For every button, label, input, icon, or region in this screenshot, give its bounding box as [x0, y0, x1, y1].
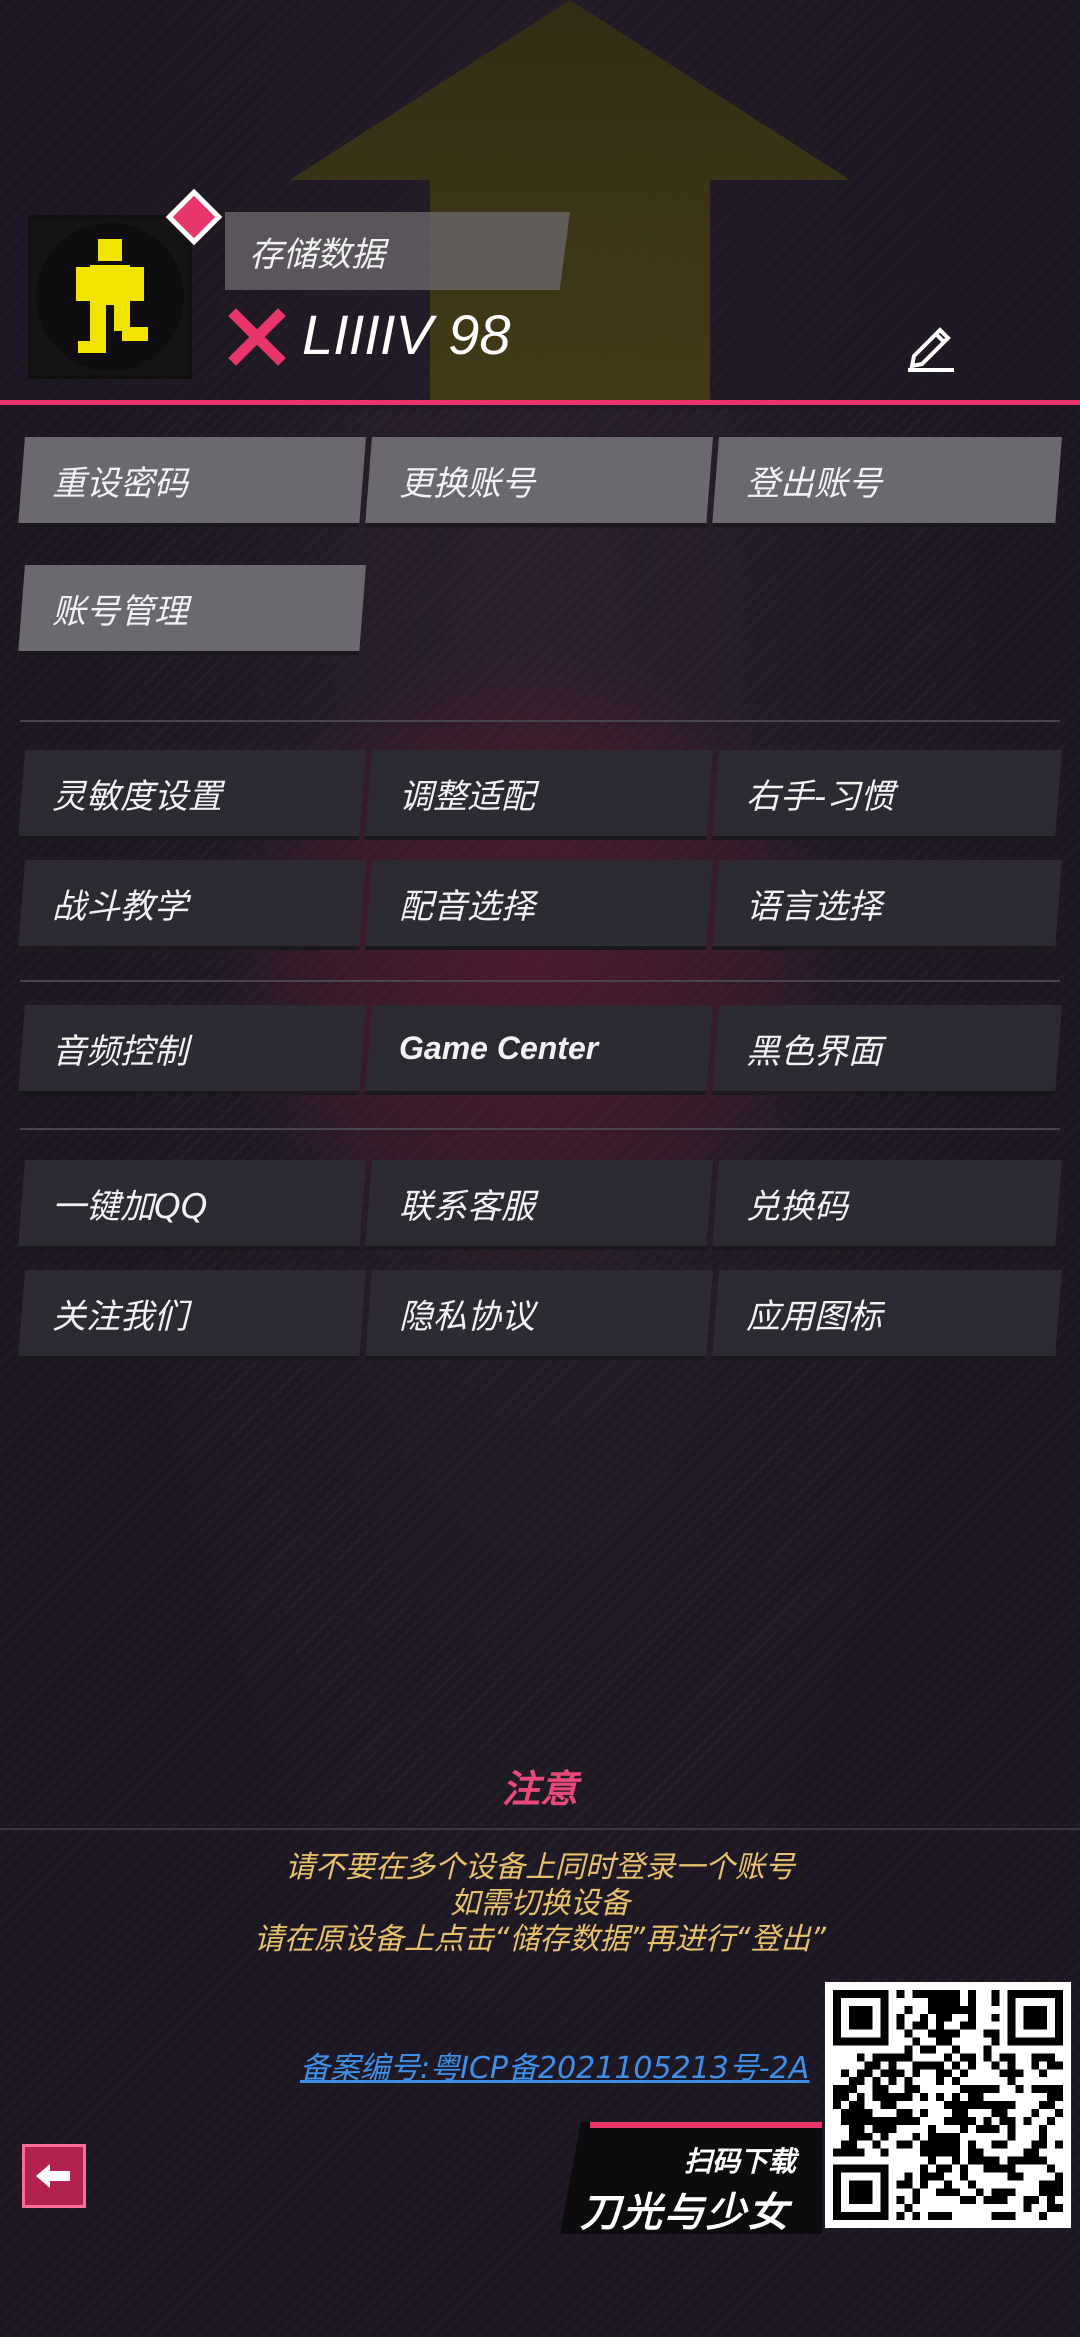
button-label: 灵敏度设置: [52, 776, 222, 817]
button-label: 配音选择: [399, 886, 535, 927]
scan-download-label: 扫码下载: [684, 2145, 797, 2178]
contact-support-button[interactable]: 联系客服: [365, 1160, 713, 1250]
privacy-policy-button[interactable]: 隐私协议: [365, 1270, 713, 1360]
right-hand-habit-button[interactable]: 右手-习惯: [712, 750, 1062, 840]
adjust-fit-button[interactable]: 调整适配: [365, 750, 713, 840]
qr-code-pattern: [833, 1990, 1063, 2220]
avatar-frame: [36, 223, 184, 371]
follow-us-button[interactable]: 关注我们: [18, 1270, 366, 1360]
combat-tutorial-button[interactable]: 战斗教学: [18, 860, 366, 950]
walking-figure-icon: [76, 239, 148, 353]
save-data-button[interactable]: 存储数据: [225, 212, 570, 290]
switch-account-button[interactable]: 更换账号: [365, 437, 713, 527]
qr-code: [825, 1982, 1071, 2228]
button-label: 调整适配: [399, 776, 535, 817]
section-divider: [20, 1128, 1060, 1130]
close-x-icon: [228, 308, 286, 366]
button-label: 联系客服: [399, 1186, 535, 1227]
game-logo: 刀光与少女: [580, 2190, 790, 2236]
voice-selection-button[interactable]: 配音选择: [365, 860, 713, 950]
back-arrow-icon: [36, 2164, 70, 2188]
join-qq-button[interactable]: 一键加QQ: [18, 1160, 366, 1250]
notice-title: 注意: [501, 1767, 578, 1811]
button-label: 语言选择: [746, 886, 882, 927]
notice-line-3: 请在原设备上点击“储存数据”再进行“登出”: [253, 1922, 827, 1957]
button-label: 登出账号: [746, 463, 882, 504]
sensitivity-settings-button[interactable]: 灵敏度设置: [18, 750, 366, 840]
button-label: 隐私协议: [399, 1296, 535, 1337]
dark-interface-button[interactable]: 黑色界面: [712, 1005, 1062, 1095]
button-label: 更换账号: [399, 463, 535, 504]
header-divider: [0, 400, 1080, 405]
button-label: 兑换码: [746, 1186, 848, 1227]
button-label: 音频控制: [52, 1031, 188, 1072]
player-name: LIIIIV 98: [302, 303, 511, 366]
audio-control-button[interactable]: 音频控制: [18, 1005, 366, 1095]
redeem-code-button[interactable]: 兑换码: [712, 1160, 1062, 1250]
download-banner-accent: [590, 2122, 822, 2128]
account-management-button[interactable]: 账号管理: [18, 565, 366, 655]
button-label: 重设密码: [52, 463, 188, 504]
notice-divider: [0, 1828, 1080, 1830]
logout-button[interactable]: 登出账号: [712, 437, 1062, 527]
avatar[interactable]: [28, 215, 192, 379]
reset-password-button[interactable]: 重设密码: [18, 437, 366, 527]
back-button[interactable]: [22, 2144, 86, 2208]
button-label: 应用图标: [746, 1296, 882, 1337]
button-label: 一键加QQ: [52, 1186, 208, 1227]
language-selection-button[interactable]: 语言选择: [712, 860, 1062, 950]
notice-line-1: 请不要在多个设备上同时登录一个账号: [285, 1850, 795, 1885]
button-label: 账号管理: [52, 591, 188, 632]
button-label: 战斗教学: [52, 886, 188, 927]
edit-pencil-icon[interactable]: [900, 318, 960, 374]
button-label: 关注我们: [52, 1296, 188, 1337]
notice-line-2: 如需切换设备: [450, 1886, 630, 1921]
button-label: 黑色界面: [746, 1031, 882, 1072]
save-data-label: 存储数据: [249, 234, 385, 275]
icp-record-link[interactable]: 备案编号:粤ICP备2021105213号-2A: [300, 2043, 809, 2087]
button-label: 右手-习惯: [746, 776, 895, 817]
section-divider: [20, 720, 1060, 722]
section-divider: [20, 980, 1060, 982]
app-icon-button[interactable]: 应用图标: [712, 1270, 1062, 1360]
game-center-button[interactable]: Game Center: [365, 1005, 713, 1095]
button-label: Game Center: [399, 1029, 599, 1066]
